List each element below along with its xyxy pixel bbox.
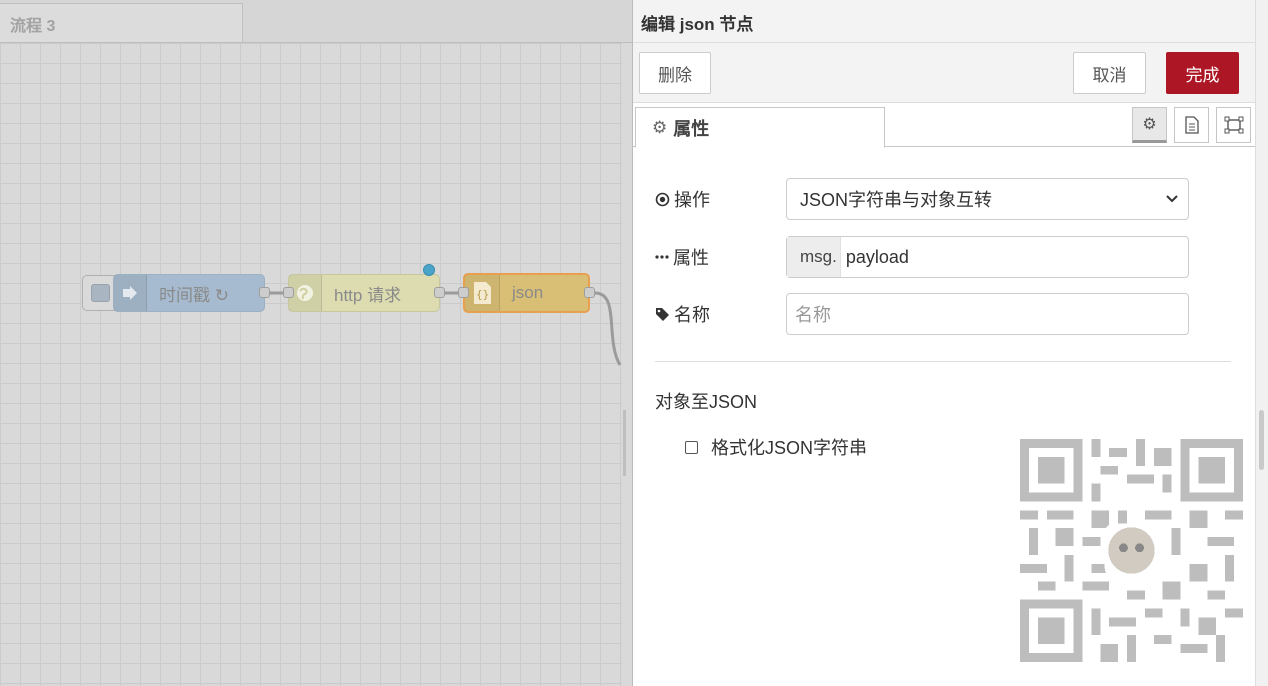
form-row-name: 名称 名称 (655, 293, 1215, 335)
description-tab-button[interactable] (1174, 107, 1209, 143)
output-port[interactable] (434, 287, 445, 298)
braces-icon: {} (465, 275, 500, 311)
qr-code-image (1020, 439, 1243, 662)
output-port[interactable] (584, 287, 595, 298)
format-json-label[interactable]: 格式化JSON字符串 (711, 434, 867, 460)
property-typed-input[interactable]: msg. payload (786, 236, 1189, 278)
chevron-down-icon (1166, 195, 1178, 203)
tray-scrollbar[interactable] (1255, 0, 1268, 686)
node-inject[interactable]: 时间戳 ↻ (113, 274, 265, 312)
changed-indicator (423, 264, 435, 276)
section-title: 对象至JSON (655, 392, 758, 412)
name-label: 名称 (655, 293, 710, 335)
node-label: 时间戳 ↻ (159, 285, 229, 305)
tray-tabs: ⚙ 属性 ⚙ (633, 103, 1255, 148)
format-json-row: 格式化JSON字符串 (685, 434, 867, 460)
workspace: 流程 3 时间戳 ↻ http 请求 {} json (0, 0, 632, 686)
name-input[interactable]: 名称 (786, 293, 1189, 335)
frame-icon (1224, 116, 1243, 134)
settings-tab-button[interactable]: ⚙ (1132, 107, 1167, 143)
document-icon (1184, 116, 1199, 134)
node-json[interactable]: {} json (463, 273, 590, 313)
svg-text:{}: {} (476, 288, 489, 301)
node-label: http 请求 (334, 285, 402, 305)
delete-button[interactable]: 删除 (639, 52, 711, 94)
input-port[interactable] (458, 287, 469, 298)
output-port[interactable] (259, 287, 270, 298)
scrollbar-thumb[interactable] (1259, 410, 1264, 470)
inject-trigger-square (91, 284, 110, 302)
input-port[interactable] (283, 287, 294, 298)
wire[interactable] (594, 291, 622, 366)
property-label: 属性 (655, 236, 709, 278)
action-label: 操作 (655, 178, 710, 220)
ellipsis-icon (655, 254, 669, 260)
gear-icon: ⚙ (1142, 116, 1157, 133)
action-select[interactable]: JSON字符串与对象互转 (786, 178, 1189, 220)
property-type-prefix[interactable]: msg. (787, 237, 841, 277)
tray-toolbar: 删除 取消 完成 (633, 43, 1255, 103)
appearance-tab-button[interactable] (1216, 107, 1251, 143)
arrow-right-icon (114, 275, 147, 311)
tab-properties[interactable]: ⚙ 属性 (635, 107, 885, 148)
property-value[interactable]: payload (841, 247, 909, 268)
node-http-request[interactable]: http 请求 (288, 274, 440, 312)
node-label: json (512, 283, 544, 302)
dot-circle-icon (655, 192, 670, 207)
tag-icon (655, 307, 670, 322)
wires (269, 291, 622, 366)
gear-icon: ⚙ (652, 117, 668, 137)
cancel-button[interactable]: 取消 (1073, 52, 1146, 94)
form-row-property: 属性 msg. payload (655, 236, 1215, 278)
action-select-value: JSON字符串与对象互转 (800, 190, 993, 210)
tab-properties-label: 属性 (673, 118, 710, 139)
name-input-placeholder: 名称 (795, 305, 831, 325)
divider (655, 361, 1231, 362)
done-button[interactable]: 完成 (1166, 52, 1239, 94)
tray-title: 编辑 json 节点 (633, 0, 1255, 43)
form-row-action: 操作 JSON字符串与对象互转 (655, 178, 1215, 220)
format-json-checkbox[interactable] (685, 440, 698, 454)
